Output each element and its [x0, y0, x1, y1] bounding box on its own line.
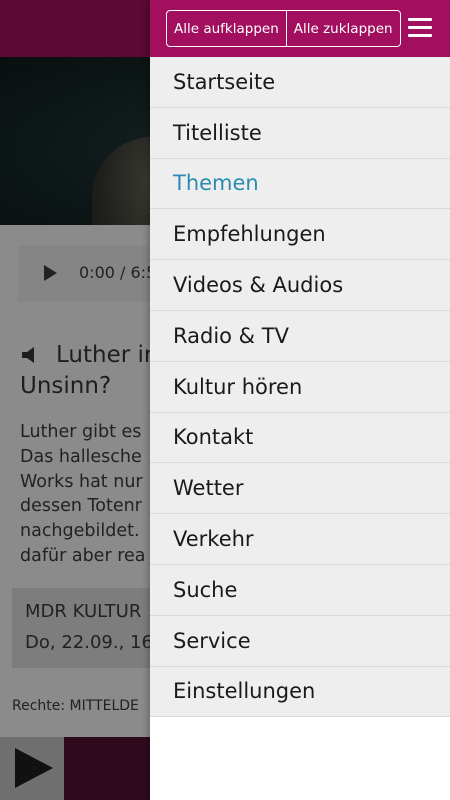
- player-time: 0:00 / 6:5: [79, 263, 157, 282]
- menu-item-einstellungen[interactable]: Einstellungen: [150, 667, 450, 718]
- menu-item-startseite[interactable]: Startseite: [150, 57, 450, 108]
- navigation-drawer: Alle aufklappen Alle zuklappen Startseit…: [150, 0, 450, 800]
- menu-item-kontakt[interactable]: Kontakt: [150, 413, 450, 464]
- menu-item-verkehr[interactable]: Verkehr: [150, 514, 450, 565]
- drawer-menu: Startseite Titelliste Themen Empfehlunge…: [150, 57, 450, 718]
- play-icon[interactable]: [15, 748, 53, 788]
- broadcast-date: Do, 22.09., 16: [25, 632, 153, 653]
- menu-item-radio-tv[interactable]: Radio & TV: [150, 311, 450, 362]
- hamburger-menu-icon[interactable]: [408, 17, 432, 39]
- menu-item-wetter[interactable]: Wetter: [150, 463, 450, 515]
- menu-item-videos-audios[interactable]: Videos & Audios: [150, 260, 450, 311]
- menu-item-kultur-hoeren[interactable]: Kultur hören: [150, 362, 450, 413]
- menu-item-service[interactable]: Service: [150, 616, 450, 667]
- menu-item-suche[interactable]: Suche: [150, 565, 450, 616]
- menu-item-empfehlungen[interactable]: Empfehlungen: [150, 209, 450, 261]
- broadcast-station: MDR KULTUR: [25, 601, 142, 622]
- menu-item-themen[interactable]: Themen: [150, 159, 450, 210]
- play-icon[interactable]: [44, 265, 57, 281]
- collapse-all-button[interactable]: Alle zuklappen: [285, 11, 400, 46]
- menu-item-titelliste[interactable]: Titelliste: [150, 108, 450, 159]
- drawer-header: Alle aufklappen Alle zuklappen: [150, 0, 450, 57]
- expand-collapse-group: Alle aufklappen Alle zuklappen: [166, 10, 401, 47]
- rights-text: Rechte: MITTELDE: [12, 698, 139, 714]
- expand-all-button[interactable]: Alle aufklappen: [167, 11, 286, 46]
